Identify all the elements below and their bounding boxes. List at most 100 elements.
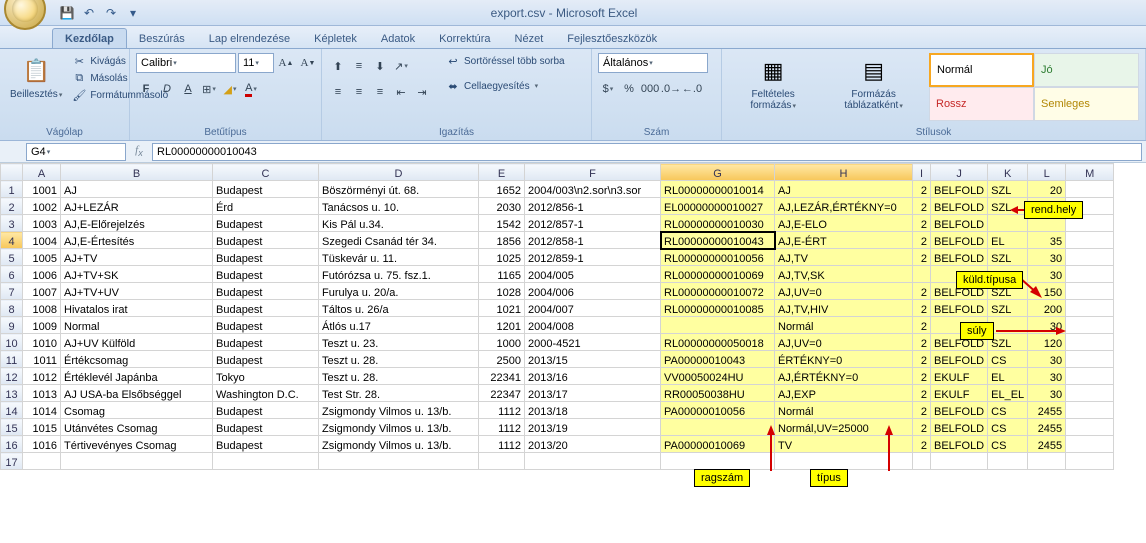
cell-D5[interactable]: Tüskevár u. 11. — [319, 249, 479, 266]
cell-G16[interactable]: PA00000010069 — [661, 436, 775, 453]
cell-J13[interactable]: EKULF — [931, 385, 988, 402]
cell-K14[interactable]: CS — [988, 402, 1028, 419]
cell-K10[interactable]: SZL — [988, 334, 1028, 351]
cell-A14[interactable]: 1014 — [23, 402, 61, 419]
cell-B16[interactable]: Tértivevényes Csomag — [61, 436, 213, 453]
cell-A17[interactable] — [23, 453, 61, 470]
cell-D9[interactable]: Átlós u.17 — [319, 317, 479, 334]
cell-I12[interactable]: 2 — [913, 368, 931, 385]
cell-F11[interactable]: 2013/15 — [525, 351, 661, 368]
cell-A2[interactable]: 1002 — [23, 198, 61, 215]
font-size-select[interactable]: 11 — [238, 53, 274, 73]
cell-G17[interactable] — [661, 453, 775, 470]
cell-J16[interactable]: BELFOLD — [931, 436, 988, 453]
cell-L12[interactable]: 30 — [1028, 368, 1066, 385]
cell-A11[interactable]: 1011 — [23, 351, 61, 368]
cell-A7[interactable]: 1007 — [23, 283, 61, 300]
style-good[interactable]: Jó — [1034, 53, 1139, 87]
cell-G6[interactable]: RL00000000010069 — [661, 266, 775, 283]
cell-F16[interactable]: 2013/20 — [525, 436, 661, 453]
style-normal[interactable]: Normál — [929, 53, 1034, 87]
cell-D14[interactable]: Zsigmondy Vilmos u. 13/b. — [319, 402, 479, 419]
cell-C1[interactable]: Budapest — [213, 181, 319, 198]
cell-G5[interactable]: RL00000000010056 — [661, 249, 775, 266]
redo-button[interactable]: ↷ — [102, 4, 120, 22]
cell-E14[interactable]: 1112 — [479, 402, 525, 419]
cell-J3[interactable]: BELFOLD — [931, 215, 988, 232]
align-left-button[interactable]: ≡ — [328, 82, 348, 102]
cell-A8[interactable]: 1008 — [23, 300, 61, 317]
cell-C13[interactable]: Washington D.C. — [213, 385, 319, 402]
border-button[interactable]: ⊞ — [199, 79, 219, 99]
cell-C8[interactable]: Budapest — [213, 300, 319, 317]
number-format-select[interactable]: Általános — [598, 53, 708, 73]
cell-M13[interactable] — [1066, 385, 1114, 402]
row-header-13[interactable]: 13 — [1, 385, 23, 402]
cell-J2[interactable]: BELFOLD — [931, 198, 988, 215]
cell-F2[interactable]: 2012/856-1 — [525, 198, 661, 215]
cell-B17[interactable] — [61, 453, 213, 470]
cell-F3[interactable]: 2012/857-1 — [525, 215, 661, 232]
cell-C2[interactable]: Érd — [213, 198, 319, 215]
row-header-1[interactable]: 1 — [1, 181, 23, 198]
cell-A6[interactable]: 1006 — [23, 266, 61, 283]
cell-D1[interactable]: Böszörményi út. 68. — [319, 181, 479, 198]
cell-H1[interactable]: AJ — [775, 181, 913, 198]
cell-C11[interactable]: Budapest — [213, 351, 319, 368]
cell-I13[interactable]: 2 — [913, 385, 931, 402]
row-header-12[interactable]: 12 — [1, 368, 23, 385]
cell-E12[interactable]: 22341 — [479, 368, 525, 385]
cell-H6[interactable]: AJ,TV,SK — [775, 266, 913, 283]
italic-button[interactable]: D — [157, 79, 177, 99]
cell-G7[interactable]: RL00000000010072 — [661, 283, 775, 300]
cell-J12[interactable]: EKULF — [931, 368, 988, 385]
cell-K16[interactable]: CS — [988, 436, 1028, 453]
cell-H8[interactable]: AJ,TV,HIV — [775, 300, 913, 317]
cell-M7[interactable] — [1066, 283, 1114, 300]
cell-I3[interactable]: 2 — [913, 215, 931, 232]
row-header-15[interactable]: 15 — [1, 419, 23, 436]
align-top-button[interactable]: ⬆ — [328, 56, 348, 76]
cell-E1[interactable]: 1652 — [479, 181, 525, 198]
cell-D15[interactable]: Zsigmondy Vilmos u. 13/b. — [319, 419, 479, 436]
decrease-font-button[interactable]: A▼ — [298, 53, 318, 73]
cell-E15[interactable]: 1112 — [479, 419, 525, 436]
cell-F17[interactable] — [525, 453, 661, 470]
cell-M4[interactable] — [1066, 232, 1114, 249]
cell-G15[interactable] — [661, 419, 775, 436]
cell-C16[interactable]: Budapest — [213, 436, 319, 453]
cell-H7[interactable]: AJ,UV=0 — [775, 283, 913, 300]
cell-I4[interactable]: 2 — [913, 232, 931, 249]
cell-H2[interactable]: AJ,LEZÁR,ÉRTÉKNY=0 — [775, 198, 913, 215]
cell-E16[interactable]: 1112 — [479, 436, 525, 453]
cell-E2[interactable]: 2030 — [479, 198, 525, 215]
cell-L15[interactable]: 2455 — [1028, 419, 1066, 436]
cell-G12[interactable]: VV00050024HU — [661, 368, 775, 385]
cell-I6[interactable] — [913, 266, 931, 283]
cell-F8[interactable]: 2004/007 — [525, 300, 661, 317]
grid-table[interactable]: ABCDEFGHIJKLM11001AJBudapestBöszörményi … — [0, 163, 1114, 470]
indent-decrease-button[interactable]: ⇤ — [391, 82, 411, 102]
col-header-C[interactable]: C — [213, 164, 319, 181]
cell-H13[interactable]: AJ,EXP — [775, 385, 913, 402]
cell-L1[interactable]: 20 — [1028, 181, 1066, 198]
cell-B7[interactable]: AJ+TV+UV — [61, 283, 213, 300]
cell-E17[interactable] — [479, 453, 525, 470]
align-center-button[interactable]: ≡ — [349, 82, 369, 102]
fill-color-button[interactable]: ◢ — [220, 79, 240, 99]
cell-D7[interactable]: Furulya u. 20/a. — [319, 283, 479, 300]
col-header-B[interactable]: B — [61, 164, 213, 181]
cell-H10[interactable]: AJ,UV=0 — [775, 334, 913, 351]
cell-K13[interactable]: EL_EL — [988, 385, 1028, 402]
cell-L17[interactable] — [1028, 453, 1066, 470]
increase-decimal-button[interactable]: .0→ — [661, 79, 681, 99]
cell-L4[interactable]: 35 — [1028, 232, 1066, 249]
cell-F7[interactable]: 2004/006 — [525, 283, 661, 300]
col-header-L[interactable]: L — [1028, 164, 1066, 181]
tab-kezdolap[interactable]: Kezdőlap — [52, 28, 127, 48]
cell-E9[interactable]: 1201 — [479, 317, 525, 334]
decrease-decimal-button[interactable]: ←.0 — [682, 79, 702, 99]
tab-beszuras[interactable]: Beszúrás — [127, 29, 197, 48]
cell-K1[interactable]: SZL — [988, 181, 1028, 198]
cell-C9[interactable]: Budapest — [213, 317, 319, 334]
